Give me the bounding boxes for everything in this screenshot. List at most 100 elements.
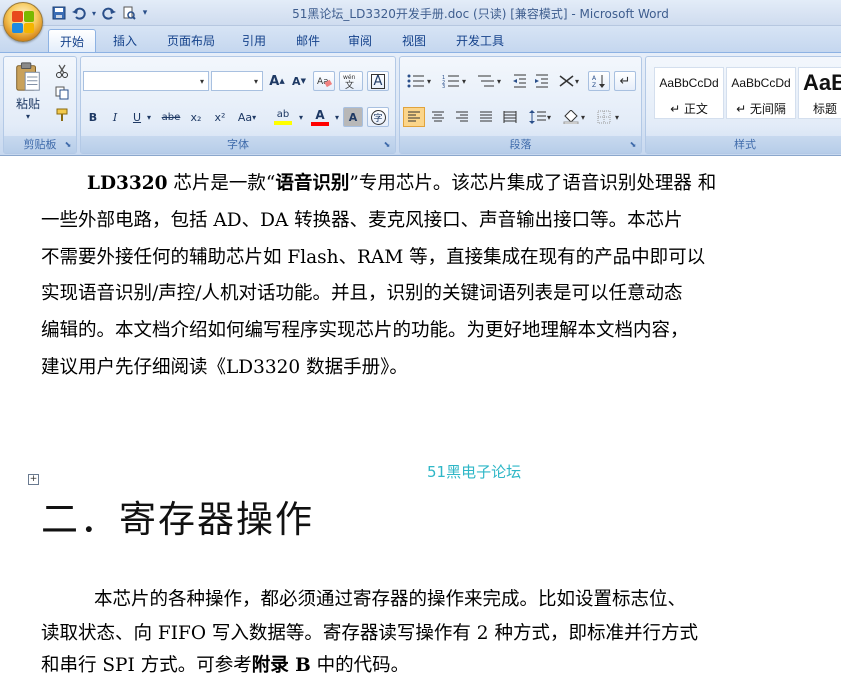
highlight-color-bar: [274, 121, 292, 125]
enclose-characters-button[interactable]: 字: [367, 107, 389, 127]
change-case-label: Aa: [237, 110, 253, 124]
svg-text:▾: ▾: [497, 77, 501, 86]
tab-view[interactable]: 视图: [392, 29, 436, 52]
justify-button[interactable]: [475, 107, 497, 127]
show-paragraph-marks-button[interactable]: ↵: [614, 71, 636, 91]
style-no-spacing-sample: AaBbCcDd: [731, 76, 791, 90]
svg-text:▾: ▾: [615, 113, 619, 122]
distributed-button[interactable]: [499, 107, 521, 127]
underline-dropdown-icon[interactable]: ▾: [145, 107, 153, 127]
align-center-button[interactable]: [427, 107, 449, 127]
styles-group: AaBbCcDd ↵ 正文 AaBbCcDd ↵ 无间隔 AaB 标题 样式: [645, 56, 841, 154]
font-size-dropdown-icon[interactable]: ▾: [250, 72, 262, 90]
paste-label: 粘贴: [15, 97, 40, 111]
highlight-dropdown-icon[interactable]: ▾: [297, 107, 305, 127]
shading-button[interactable]: ▾: [560, 107, 592, 127]
format-painter-button[interactable]: [52, 105, 72, 125]
table-move-handle-icon[interactable]: +: [28, 474, 39, 485]
numbering-button[interactable]: 1 2 3 ▾: [438, 71, 472, 91]
grow-font-button[interactable]: A ▲: [267, 71, 287, 91]
italic-button[interactable]: I: [106, 107, 124, 127]
phonetic-guide-button[interactable]: wén 文: [339, 71, 363, 91]
increase-indent-icon: [535, 74, 548, 88]
strikethrough-button[interactable]: abe: [159, 107, 183, 127]
clear-format-button[interactable]: Aa: [313, 71, 335, 91]
borders-button[interactable]: ▾: [594, 107, 626, 127]
document-page[interactable]: LD3320 芯片是一款“语音识别”专用芯片。该芯片集成了语音识别处理器 和 一…: [0, 157, 841, 674]
character-border-icon: A: [370, 73, 386, 89]
register-line-1: 本芯片的各种操作，都必须通过寄存器的操作来完成。比如设置标志位、: [94, 589, 687, 610]
chip-name-text: LD3320: [87, 173, 168, 194]
superscript-button[interactable]: x²: [209, 107, 231, 127]
cut-button[interactable]: [52, 61, 72, 81]
increase-indent-button[interactable]: [532, 71, 552, 91]
style-normal-name: ↵ 正文: [670, 102, 708, 116]
font-color-label: A: [315, 107, 325, 122]
highlight-button[interactable]: ab: [269, 105, 297, 129]
intro-line-2: 一些外部电路，包括 AD、DA 转换器、麦克风接口、声音输出接口等。本芯片: [41, 210, 683, 231]
intro-line-1-rest: 专用芯片。该芯片集成了语音识别处理器 和: [358, 173, 717, 194]
ribbon-tab-row: 开始 插入 页面布局 引用 邮件 审阅 视图 开发工具: [0, 26, 841, 52]
sort-button[interactable]: AZ: [588, 71, 610, 91]
style-heading-1[interactable]: AaB 标题: [798, 67, 841, 119]
decrease-indent-icon: [513, 74, 526, 88]
tab-page-layout[interactable]: 页面布局: [156, 29, 226, 52]
bold-button[interactable]: B: [84, 107, 102, 127]
clipboard-group: 粘贴 ▾ 剪贴板 ⬊: [3, 56, 77, 154]
style-no-spacing[interactable]: AaBbCcDd ↵ 无间隔: [726, 67, 796, 119]
paragraph-launcher-icon[interactable]: ⬊: [628, 140, 638, 150]
styles-group-label: 样式: [646, 136, 841, 153]
svg-text:文: 文: [345, 79, 354, 89]
line-spacing-button[interactable]: ▾: [526, 107, 556, 127]
chinese-layout-button[interactable]: ▾: [556, 71, 584, 91]
distributed-icon: [503, 111, 517, 123]
intro-line-5: 编辑的。本文档介绍如何编写程序实现芯片的功能。为更好地理解本文档内容，: [41, 320, 689, 341]
character-border-button[interactable]: A: [367, 71, 389, 91]
tab-insert[interactable]: 插入: [104, 29, 146, 52]
bullets-button[interactable]: ▾: [403, 71, 437, 91]
align-left-button[interactable]: [403, 107, 425, 127]
subscript-button[interactable]: x₂: [185, 107, 207, 127]
change-case-button[interactable]: Aa ▾: [233, 107, 261, 127]
copy-button[interactable]: [52, 83, 72, 103]
style-heading-1-name: 标题: [813, 102, 838, 116]
font-name-dropdown-icon[interactable]: ▾: [196, 72, 208, 90]
enclose-characters-icon: 字: [370, 109, 386, 125]
office-button[interactable]: [3, 2, 43, 42]
tab-mailings[interactable]: 邮件: [286, 29, 330, 52]
font-launcher-icon[interactable]: ⬊: [382, 140, 392, 150]
svg-text:▾: ▾: [575, 77, 579, 86]
intro-line-6: 建议用户先仔细阅读《LD3320 数据手册》。: [41, 357, 408, 378]
underline-button[interactable]: U: [128, 107, 146, 127]
style-normal[interactable]: AaBbCcDd ↵ 正文: [654, 67, 724, 119]
paste-button[interactable]: 粘贴 ▾: [10, 61, 46, 121]
font-group-label: 字体: [81, 136, 395, 153]
tab-review[interactable]: 审阅: [338, 29, 382, 52]
font-color-bar: [311, 121, 329, 126]
borders-icon: ▾: [597, 110, 619, 124]
align-right-button[interactable]: [451, 107, 473, 127]
chinese-layout-icon: ▾: [559, 75, 579, 87]
character-shading-button[interactable]: A: [343, 107, 363, 127]
tab-developer[interactable]: 开发工具: [444, 29, 516, 52]
style-heading-1-sample: AaB: [803, 70, 841, 95]
paragraph-group-label: 段落: [400, 136, 641, 153]
decrease-indent-button[interactable]: [510, 71, 530, 91]
font-color-button[interactable]: A: [307, 105, 333, 129]
font-size-combo[interactable]: ▾: [211, 71, 263, 91]
svg-text:▾: ▾: [427, 77, 431, 86]
font-name-combo[interactable]: ▾: [83, 71, 209, 91]
clipboard-launcher-icon[interactable]: ⬊: [63, 140, 73, 150]
tab-home[interactable]: 开始: [48, 29, 96, 52]
paragraph-group: ▾ 1 2 3 ▾ ▾ ▾ AZ ↵ ▾ ▾ ▾ 段落 ⬊: [399, 56, 642, 154]
multilevel-list-icon: ▾: [478, 75, 501, 87]
phonetic-guide-icon: wén文: [343, 74, 356, 89]
style-no-spacing-name: ↵ 无间隔: [736, 102, 786, 116]
shrink-font-button[interactable]: A ▼: [289, 71, 309, 91]
align-right-icon: [456, 111, 468, 122]
multilevel-list-button[interactable]: ▾: [473, 71, 507, 91]
ribbon: 粘贴 ▾ 剪贴板 ⬊ ▾ ▾ A ▲ A ▼ Aa wén 文 A B I U …: [0, 52, 841, 156]
svg-text:▾: ▾: [462, 77, 466, 86]
font-color-dropdown-icon[interactable]: ▾: [333, 107, 341, 127]
tab-references[interactable]: 引用: [232, 29, 276, 52]
